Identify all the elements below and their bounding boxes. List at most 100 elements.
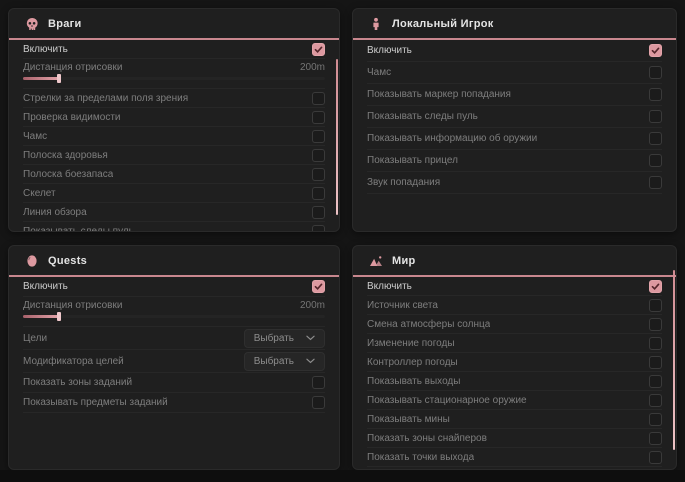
panel-local-player: Локальный Игрок Включить Чамс Показывать ма… xyxy=(352,8,677,232)
setting-row: Показать зоны снайперов xyxy=(367,429,662,448)
setting-row: Источник света xyxy=(367,296,662,315)
settings-list: Включить Дистанция отрисовки200m Стрелки з… xyxy=(9,40,339,232)
checkbox[interactable] xyxy=(649,132,662,145)
setting-label: Включить xyxy=(367,281,412,292)
slider-thumb[interactable] xyxy=(57,312,61,321)
skull-icon xyxy=(25,17,39,31)
setting-label: Показывать стационарное оружие xyxy=(367,395,527,406)
panel-header: Враги xyxy=(9,9,339,40)
slider-setting-row: Дистанция отрисовки 200m xyxy=(23,297,325,327)
setting-row: Показывать мины xyxy=(367,410,662,429)
checkbox[interactable] xyxy=(312,168,325,181)
checkbox[interactable] xyxy=(649,394,662,407)
setting-row: Включить xyxy=(367,277,662,296)
setting-row: Скелет xyxy=(23,184,325,203)
checkbox[interactable] xyxy=(649,154,662,167)
setting-row: Включить xyxy=(23,277,325,297)
checkbox[interactable] xyxy=(312,111,325,124)
checkbox[interactable] xyxy=(312,130,325,143)
person-icon xyxy=(369,17,383,31)
setting-label: Контроллер погоды xyxy=(367,357,458,368)
panel-header: Quests xyxy=(9,246,339,277)
panel-quests: QuestsВключитьДистанция отрисовки200mЦел… xyxy=(8,245,340,470)
checkbox[interactable] xyxy=(312,92,325,105)
checkbox[interactable] xyxy=(312,225,325,233)
setting-row: Показать зоны заданий xyxy=(23,373,325,393)
setting-label: Показывать предметы заданий xyxy=(23,397,168,408)
select-dropdown[interactable]: Выбрать xyxy=(244,329,325,348)
setting-label: Полоска боезапаса xyxy=(23,169,113,180)
setting-label: Показывать следы пуль xyxy=(23,226,134,233)
setting-row: Показывать стационарное оружие xyxy=(367,391,662,410)
slider-value: 200m xyxy=(300,300,325,311)
checkbox[interactable] xyxy=(649,451,662,464)
select-value: Выбрать xyxy=(254,356,294,367)
panel-world: Мир Включить Источник света Смена атмосферы… xyxy=(352,245,677,470)
slider-fill xyxy=(23,77,59,80)
quest-orb-icon xyxy=(25,254,39,268)
checkbox[interactable] xyxy=(312,376,325,389)
checkbox[interactable] xyxy=(649,356,662,369)
checkbox[interactable] xyxy=(649,280,662,293)
setting-label: Изменение погоды xyxy=(367,338,455,349)
setting-label: Дистанция отрисовки xyxy=(23,62,122,73)
setting-row: Включить xyxy=(367,40,662,62)
setting-label: Смена атмосферы солнца xyxy=(367,319,490,330)
scrollbar[interactable] xyxy=(336,59,338,215)
setting-label: Дистанция отрисовки xyxy=(23,300,122,311)
setting-row: Включить xyxy=(23,40,325,59)
panel-title: Локальный Игрок xyxy=(392,18,494,30)
setting-row: Показывать информацию об оружии xyxy=(367,128,662,150)
checkbox[interactable] xyxy=(312,149,325,162)
chevron-down-icon xyxy=(306,358,315,364)
checkbox[interactable] xyxy=(649,299,662,312)
setting-row: Линия обзора xyxy=(23,203,325,222)
settings-list: ВключитьДистанция отрисовки200mЦелиВыбра… xyxy=(9,277,339,413)
setting-label: Скелет xyxy=(23,188,56,199)
checkbox[interactable] xyxy=(649,432,662,445)
setting-row: Полоска боезапаса xyxy=(23,165,325,184)
setting-row: Показывать следы пуль xyxy=(367,106,662,128)
checkbox[interactable] xyxy=(312,43,325,56)
checkbox[interactable] xyxy=(649,375,662,388)
setting-label: Показывать мины xyxy=(367,414,450,425)
checkbox[interactable] xyxy=(649,176,662,189)
setting-label: Стрелки за пределами поля зрения xyxy=(23,93,188,104)
setting-label: Показывать прицел xyxy=(367,155,458,166)
setting-label: Включить xyxy=(23,44,68,55)
select-dropdown[interactable]: Выбрать xyxy=(244,352,325,371)
setting-label: Включить xyxy=(367,45,412,56)
slider-fill xyxy=(23,315,59,318)
setting-label: Линия обзора xyxy=(23,207,87,218)
checkbox[interactable] xyxy=(312,206,325,219)
mountain-icon xyxy=(369,254,383,268)
slider-thumb[interactable] xyxy=(57,74,61,83)
checkbox[interactable] xyxy=(312,280,325,293)
checkbox[interactable] xyxy=(649,318,662,331)
slider[interactable] xyxy=(23,315,325,318)
slider-setting-row: Дистанция отрисовки200m xyxy=(23,59,325,89)
setting-label: Показывать маркер попадания xyxy=(367,89,511,100)
checkbox[interactable] xyxy=(649,413,662,426)
setting-label: Проверка видимости xyxy=(23,112,121,123)
slider[interactable] xyxy=(23,77,325,80)
checkbox[interactable] xyxy=(649,337,662,350)
checkbox[interactable] xyxy=(649,88,662,101)
settings-list: Включить Чамс Показывать маркер попадания П… xyxy=(353,40,676,194)
scrollbar[interactable] xyxy=(673,270,675,450)
panel-title: Мир xyxy=(392,255,416,267)
setting-label: Полоска здоровья xyxy=(23,150,108,161)
checkbox[interactable] xyxy=(649,66,662,79)
checkbox[interactable] xyxy=(649,44,662,57)
setting-label: Показывать информацию об оружии xyxy=(367,133,537,144)
setting-row: Полоска здоровья xyxy=(23,146,325,165)
setting-row: Изменение погоды xyxy=(367,334,662,353)
setting-row: Показывать предметы заданий xyxy=(23,393,325,413)
checkbox[interactable] xyxy=(312,396,325,409)
checkbox[interactable] xyxy=(312,187,325,200)
setting-row: Смена атмосферы солнца xyxy=(367,315,662,334)
setting-row: Чамс xyxy=(367,62,662,84)
setting-label: Показать зоны заданий xyxy=(23,377,132,388)
setting-row: Показать точки выхода xyxy=(367,448,662,467)
checkbox[interactable] xyxy=(649,110,662,123)
